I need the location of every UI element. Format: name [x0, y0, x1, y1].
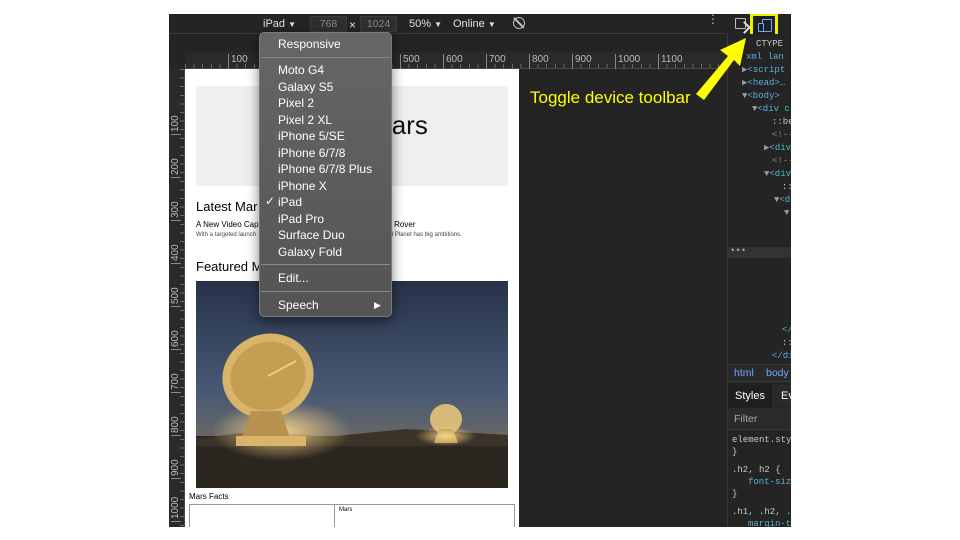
ruler-tick: 100: [170, 115, 181, 135]
dom-node[interactable]: <!--: [772, 129, 791, 141]
dom-node[interactable]: ▼<d: [774, 194, 790, 206]
style-rule-selector[interactable]: .h1, .h2, .: [732, 506, 791, 518]
dimension-separator: ×: [349, 18, 357, 32]
network-label: Online: [453, 18, 485, 30]
ruler-tick: 200: [170, 158, 181, 178]
style-rule-line: element.sty: [732, 435, 791, 445]
menu-item-device[interactable]: Galaxy Fold: [278, 244, 342, 260]
dom-node[interactable]: ::be: [772, 116, 791, 128]
ruler-tick: 800: [170, 416, 181, 436]
dom-node[interactable]: ▶<div: [764, 142, 791, 154]
menu-item-device[interactable]: Pixel 2 XL: [278, 112, 332, 128]
dom-node[interactable]: </di: [772, 350, 791, 362]
menu-item-responsive[interactable]: Responsive: [278, 36, 341, 52]
featured-heading: Featured M: [196, 259, 263, 274]
dom-node[interactable]: ::: [782, 181, 791, 193]
style-property[interactable]: font-siz: [748, 476, 791, 488]
rotate-icon[interactable]: [513, 17, 525, 29]
facts-table: Mars: [189, 504, 515, 527]
ruler-tick: 900: [170, 459, 181, 479]
menu-item-device[interactable]: Pixel 2: [278, 95, 314, 111]
vertical-ruler: 100 200 300 400 500 600 700 800 900 1000: [169, 69, 185, 527]
ruler-tick: 600: [443, 54, 463, 69]
ruler-tick: 900: [572, 54, 592, 69]
menu-item-device[interactable]: Galaxy S5: [278, 79, 333, 95]
ruler-tick: 100: [228, 54, 248, 69]
tab-styles[interactable]: Styles: [728, 385, 772, 407]
height-input[interactable]: 1024: [360, 16, 397, 32]
ruler-tick: 700: [486, 54, 506, 69]
styles-filter-input[interactable]: Filter: [728, 408, 791, 430]
submenu-arrow-icon: ▶: [374, 300, 381, 310]
menu-item-speech[interactable]: Speech: [278, 297, 319, 313]
device-dropdown-menu: Responsive Moto G4 Galaxy S5 Pixel 2 Pix…: [259, 32, 392, 317]
caret-down-icon: ▼: [487, 20, 496, 29]
menu-item-device[interactable]: Surface Duo: [278, 227, 345, 243]
checkmark-icon: ✓: [265, 194, 276, 208]
menu-item-device[interactable]: iPhone 6/7/8: [278, 145, 345, 161]
style-rule-line: }: [732, 447, 738, 457]
network-throttle-select[interactable]: Online ▼: [453, 17, 496, 31]
zoom-select[interactable]: 50% ▼: [409, 17, 442, 31]
menu-item-device[interactable]: iPad Pro: [278, 211, 324, 227]
dom-node[interactable]: ▼<div c: [752, 103, 790, 115]
ruler-tick: 800: [529, 54, 549, 69]
device-toolbar: iPad ▼ 768 × 1024 50% ▼ Online ▼ ⋮: [169, 14, 725, 34]
menu-item-device[interactable]: iPhone 5/SE: [278, 128, 345, 144]
menu-separator: [261, 291, 390, 292]
width-input[interactable]: 768: [310, 16, 347, 32]
ruler-tick: 400: [170, 244, 181, 264]
facts-label: Mars Facts: [189, 492, 229, 501]
more-icon[interactable]: ⋮: [707, 14, 719, 31]
tab-event-listeners[interactable]: Ev: [781, 385, 791, 407]
style-rule-selector[interactable]: .h2, h2 {: [732, 464, 781, 476]
menu-item-device-selected[interactable]: iPad: [278, 194, 302, 210]
style-rule-line: }: [732, 489, 738, 499]
dom-node[interactable]: </: [782, 324, 791, 336]
menu-item-edit[interactable]: Edit...: [278, 270, 309, 286]
device-select-label: iPad: [263, 18, 286, 30]
menu-item-device[interactable]: iPhone 6/7/8 Plus: [278, 161, 372, 177]
breadcrumb-item[interactable]: body: [766, 365, 789, 381]
ruler-tick: 1000: [615, 54, 640, 69]
breadcrumb: html body: [728, 364, 791, 382]
zoom-label: 50%: [409, 18, 432, 30]
menu-separator: [261, 57, 390, 58]
style-property[interactable]: margin-t: [748, 518, 791, 527]
ruler-tick: 1000: [170, 496, 181, 522]
styles-tabbar: Styles Ev: [728, 385, 791, 407]
ruler-tick: 500: [170, 287, 181, 307]
dom-node[interactable]: CTYPE: [756, 38, 783, 50]
caret-down-icon: ▼: [434, 20, 443, 29]
ruler-tick: 300: [170, 201, 181, 221]
inspect-icon[interactable]: [735, 18, 746, 29]
dom-node[interactable]: ::: [782, 337, 791, 349]
breadcrumb-item[interactable]: html: [734, 365, 754, 381]
devtools-panel: CTYPE xml lan ▶<script ▶<head>… ▼<body> …: [727, 34, 791, 527]
facts-table-cell: Mars: [334, 505, 356, 527]
ruler-tick: 1100: [658, 54, 683, 69]
more-dots[interactable]: •••: [728, 247, 791, 258]
caret-down-icon: ▼: [288, 20, 297, 29]
ruler-tick: 500: [400, 54, 420, 69]
dom-node[interactable]: ▼<div: [764, 168, 791, 180]
dom-node[interactable]: xml lan: [746, 51, 784, 63]
ruler-tick: 700: [170, 373, 181, 393]
device-select[interactable]: iPad ▼: [263, 17, 296, 31]
caret-down-icon[interactable]: ▼: [784, 207, 789, 219]
menu-item-device[interactable]: Moto G4: [278, 62, 324, 78]
latest-news-heading: Latest Mar: [196, 199, 258, 214]
menu-item-device[interactable]: iPhone X: [278, 178, 327, 194]
ruler-tick: 600: [170, 330, 181, 350]
annotation-callout: Toggle device toolbar: [530, 88, 691, 107]
annotation-arrow: [696, 38, 746, 100]
dom-node[interactable]: <!--: [772, 155, 791, 167]
menu-separator: [261, 264, 390, 265]
